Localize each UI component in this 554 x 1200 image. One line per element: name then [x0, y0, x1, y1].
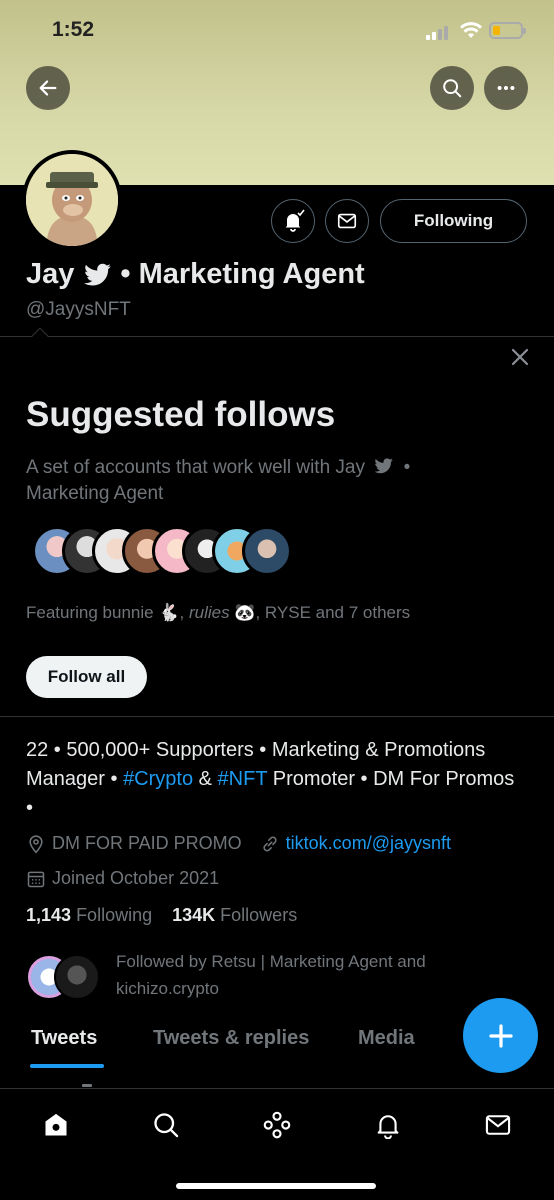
status-bar: 1:52 — [0, 0, 554, 60]
signal-icon — [426, 24, 452, 40]
followed-by-avatars[interactable] — [26, 952, 106, 1002]
compose-icon — [488, 1023, 513, 1048]
profile-name: Jay • Marketing Agent — [26, 258, 365, 291]
profile-meta-joined-row: Joined October 2021 — [26, 868, 219, 889]
follower-avatar — [54, 954, 100, 1000]
suggested-avatars[interactable] — [32, 526, 322, 578]
suggested-avatar — [242, 526, 292, 576]
followers-label: Followers — [220, 905, 298, 925]
close-icon[interactable] — [508, 345, 532, 369]
wifi-icon — [460, 22, 482, 38]
profile-avatar[interactable] — [22, 150, 122, 250]
hashtag-link[interactable]: #Crypto — [123, 768, 193, 790]
link-icon — [263, 836, 277, 851]
featuring-text: Featuring bunnie 🐇, rulies 🐼, RYSE and 7… — [26, 603, 411, 622]
suggested-follows-description: A set of accounts that work well with Ja… — [26, 455, 496, 507]
featuring-prefix: Featuring bunnie — [26, 603, 154, 622]
display-name: Jay — [26, 258, 75, 290]
profile-meta-location-row: DM FOR PAID PROMO tiktok.com/@jayysnft — [26, 833, 451, 854]
display-name-suffix: • Marketing Agent — [120, 258, 365, 290]
nav-search[interactable] — [146, 1105, 186, 1145]
panda-emoji-icon: 🐼 — [234, 603, 256, 622]
avatar — [26, 154, 118, 246]
status-time: 1:52 — [52, 18, 95, 41]
nav-messages[interactable] — [478, 1105, 518, 1145]
twitter-bird-icon — [374, 458, 394, 474]
nav-home[interactable] — [36, 1105, 76, 1145]
search-icon — [154, 1113, 179, 1138]
spaces-icon — [263, 1111, 291, 1139]
search-button[interactable] — [430, 66, 474, 110]
suggested-desc-separator: • — [403, 457, 411, 478]
twitter-bird-icon — [84, 263, 112, 285]
rabbit-emoji-icon: 🐇 — [158, 603, 180, 622]
notifications-toggle-button[interactable] — [271, 199, 315, 243]
compose-tweet-button[interactable] — [463, 998, 538, 1073]
following-count-link[interactable]: 1,143 Following — [26, 905, 152, 925]
tab-media[interactable]: Media — [358, 1027, 415, 1050]
followers-count-link[interactable]: 134K Followers — [172, 905, 297, 925]
following-label: Following — [76, 905, 153, 925]
follow-all-button[interactable]: Follow all — [26, 656, 147, 698]
more-button[interactable] — [484, 66, 528, 110]
active-tab-indicator — [30, 1064, 104, 1068]
suggested-desc-text: A set of accounts that work well with Ja… — [26, 457, 365, 478]
calendar-icon — [27, 871, 45, 887]
hashtag-link[interactable]: #NFT — [218, 768, 268, 790]
ape-avatar-icon — [26, 154, 118, 246]
location-icon — [29, 834, 43, 853]
follow-counts: 1,143 Following 134K Followers — [26, 905, 297, 926]
bio-text: & — [193, 768, 218, 790]
featuring-suffix: , RYSE and 7 others — [255, 603, 411, 622]
tab-tweets-replies[interactable]: Tweets & replies — [153, 1027, 309, 1050]
back-button[interactable] — [26, 66, 70, 110]
following-button[interactable]: Following — [380, 199, 527, 243]
profile-joined-date: Joined October 2021 — [52, 868, 220, 888]
profile-bio: 22 • 500,000+ Supporters • Marketing & P… — [26, 736, 526, 823]
divider — [0, 716, 554, 717]
profile-location: DM FOR PAID PROMO — [52, 833, 242, 853]
messages-icon — [485, 1115, 511, 1135]
suggested-desc-text-2: Marketing Agent — [26, 483, 164, 504]
battery-icon — [489, 22, 526, 39]
scroll-indicator — [82, 1084, 92, 1087]
following-count: 1,143 — [26, 905, 72, 925]
suggested-follows-title: Suggested follows — [26, 395, 336, 434]
notifications-icon — [377, 1115, 399, 1139]
divider — [0, 336, 554, 337]
bell-icon — [285, 209, 305, 232]
followers-count: 134K — [172, 905, 216, 925]
nav-spaces[interactable] — [257, 1105, 297, 1145]
message-button[interactable] — [325, 199, 369, 243]
home-icon — [45, 1113, 67, 1136]
back-arrow-icon — [39, 80, 57, 96]
featuring-name: rulies — [188, 603, 230, 622]
tab-tweets[interactable]: Tweets — [31, 1027, 97, 1050]
profile-handle: @JayysNFT — [26, 299, 131, 320]
caret-pointer — [31, 327, 49, 345]
home-indicator[interactable] — [176, 1183, 376, 1189]
profile-website-link[interactable]: tiktok.com/@jayysnft — [286, 833, 451, 854]
nav-notifications[interactable] — [368, 1105, 408, 1145]
more-icon — [497, 85, 515, 91]
mail-icon — [337, 213, 357, 229]
followed-by-text[interactable]: Followed by Retsu | Marketing Agent and … — [116, 948, 496, 1002]
search-icon — [443, 79, 462, 98]
